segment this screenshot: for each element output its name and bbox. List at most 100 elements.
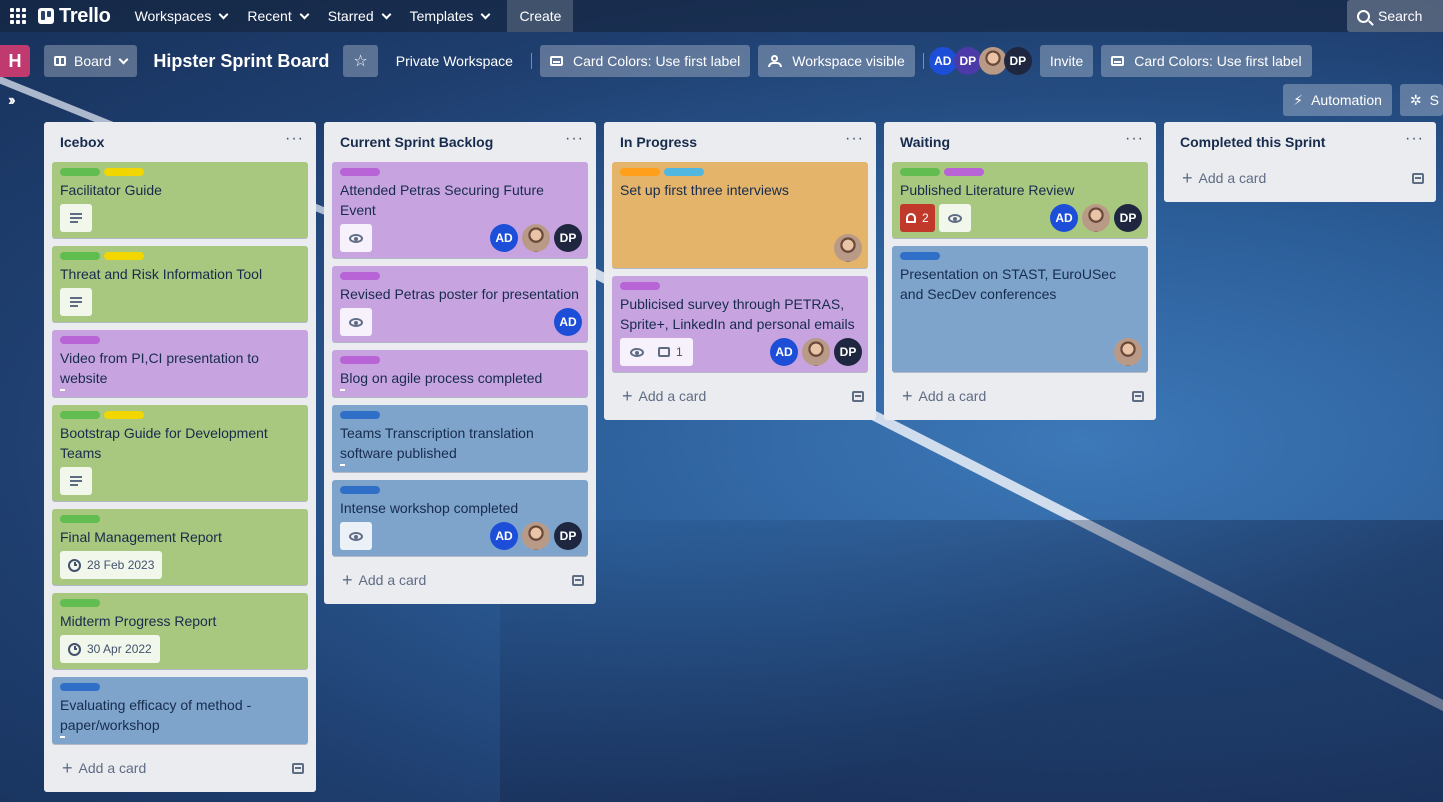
template-icon[interactable] — [292, 762, 304, 774]
label-purple[interactable] — [340, 356, 380, 364]
card-colors-button-2[interactable]: Card Colors: Use first label — [1101, 45, 1312, 77]
card[interactable]: Evaluating efficacy of method - paper/wo… — [52, 677, 308, 744]
more-icon[interactable]: ··· — [565, 131, 584, 153]
label-purple[interactable] — [60, 336, 100, 344]
more-icon[interactable]: ··· — [1405, 131, 1424, 153]
avatar[interactable]: DP — [953, 47, 982, 75]
due-date-badge[interactable]: 30 Apr 2022 — [60, 635, 160, 663]
search-input[interactable]: Search — [1347, 0, 1443, 32]
card[interactable]: Final Management Report 28 Feb 2023 — [52, 509, 308, 585]
avatar[interactable]: DP — [834, 338, 862, 366]
template-icon[interactable] — [1412, 172, 1424, 184]
template-icon[interactable] — [572, 574, 584, 586]
label-yellow[interactable] — [104, 252, 144, 260]
app-switcher-icon[interactable] — [10, 6, 30, 26]
label-green[interactable] — [60, 168, 100, 176]
avatar[interactable] — [522, 522, 550, 550]
avatar[interactable] — [978, 47, 1007, 75]
add-card-button[interactable]: + Add a card — [332, 564, 588, 596]
label-yellow[interactable] — [104, 168, 144, 176]
notification-badge[interactable]: 2 — [900, 204, 935, 232]
label-green[interactable] — [60, 515, 100, 523]
avatar[interactable]: DP — [1114, 204, 1142, 232]
board-members: AD DP DP — [928, 47, 1032, 75]
expand-sidebar-icon[interactable]: ›› — [8, 92, 15, 110]
label-purple[interactable] — [340, 272, 380, 280]
card[interactable]: Publicised survey through PETRAS, Sprite… — [612, 276, 868, 372]
create-button[interactable]: Create — [507, 0, 574, 32]
due-date-badge[interactable]: 28 Feb 2023 — [60, 551, 163, 579]
label-orange[interactable] — [620, 168, 660, 176]
list-title[interactable]: Waiting — [900, 134, 950, 150]
nav-recent[interactable]: Recent — [237, 0, 317, 32]
board-title[interactable]: Hipster Sprint Board — [147, 51, 335, 72]
card[interactable]: Blog on agile process completed — [332, 350, 588, 397]
card[interactable]: Set up first three interviews — [612, 162, 868, 268]
avatar[interactable]: AD — [490, 224, 518, 252]
view-switcher-button[interactable]: Board — [44, 45, 138, 77]
workspace-button[interactable]: Private Workspace — [386, 45, 523, 77]
avatar[interactable]: DP — [554, 522, 582, 550]
label-green[interactable] — [60, 411, 100, 419]
power-ups-button[interactable]: ✲ S — [1399, 84, 1443, 116]
label-blue[interactable] — [340, 486, 380, 494]
card[interactable]: Revised Petras poster for presentation AD — [332, 266, 588, 342]
label-blue[interactable] — [900, 252, 940, 260]
avatar[interactable] — [802, 338, 830, 366]
avatar[interactable] — [1114, 338, 1142, 366]
add-card-button[interactable]: + Add a card — [52, 752, 308, 784]
label-purple[interactable] — [620, 282, 660, 290]
list-title[interactable]: Current Sprint Backlog — [340, 134, 493, 150]
label-green[interactable] — [900, 168, 940, 176]
automation-button[interactable]: ⚡ Automation — [1283, 84, 1392, 116]
template-icon[interactable] — [852, 390, 864, 402]
list-title[interactable]: Icebox — [60, 134, 104, 150]
card[interactable]: Intense workshop completed AD DP — [332, 480, 588, 556]
card[interactable]: Teams Transcription translation software… — [332, 405, 588, 472]
avatar[interactable] — [834, 234, 862, 262]
template-icon[interactable] — [1132, 390, 1144, 402]
avatar[interactable]: DP — [554, 224, 582, 252]
card[interactable]: Published Literature Review 2 AD DP — [892, 162, 1148, 238]
card[interactable]: Presentation on STAST, EuroUSec and SecD… — [892, 246, 1148, 372]
nav-starred[interactable]: Starred — [318, 0, 400, 32]
add-card-button[interactable]: + Add a card — [1172, 162, 1428, 194]
card[interactable]: Midterm Progress Report 30 Apr 2022 — [52, 593, 308, 669]
label-purple[interactable] — [340, 168, 380, 176]
label-blue[interactable] — [340, 411, 380, 419]
add-card-button[interactable]: + Add a card — [612, 380, 868, 412]
list-title[interactable]: Completed this Sprint — [1180, 134, 1325, 150]
label-green[interactable] — [60, 599, 100, 607]
avatar[interactable]: AD — [770, 338, 798, 366]
avatar[interactable]: AD — [1050, 204, 1078, 232]
nav-templates[interactable]: Templates — [400, 0, 500, 32]
label-sky[interactable] — [664, 168, 704, 176]
nav-workspaces[interactable]: Workspaces — [125, 0, 238, 32]
invite-button[interactable]: Invite — [1039, 45, 1094, 77]
avatar[interactable]: DP — [1003, 47, 1032, 75]
add-card-button[interactable]: + Add a card — [892, 380, 1148, 412]
star-button[interactable]: ☆ — [343, 45, 378, 77]
avatar[interactable] — [522, 224, 550, 252]
more-icon[interactable]: ··· — [845, 131, 864, 153]
label-yellow[interactable] — [104, 411, 144, 419]
card[interactable]: Threat and Risk Information Tool — [52, 246, 308, 322]
avatar[interactable]: AD — [490, 522, 518, 550]
card[interactable]: Video from PI,CI presentation to website — [52, 330, 308, 397]
card-colors-button[interactable]: Card Colors: Use first label — [539, 45, 751, 77]
avatar[interactable]: AD — [554, 308, 582, 336]
card[interactable]: Bootstrap Guide for Development Teams — [52, 405, 308, 501]
card[interactable]: Attended Petras Securing Future Event AD D… — [332, 162, 588, 258]
visibility-button[interactable]: Workspace visible — [758, 45, 915, 77]
label-purple[interactable] — [944, 168, 984, 176]
label-green[interactable] — [60, 252, 100, 260]
label-blue[interactable] — [60, 683, 100, 691]
list-title[interactable]: In Progress — [620, 134, 697, 150]
trello-logo[interactable]: Trello — [38, 5, 111, 28]
more-icon[interactable]: ··· — [285, 131, 304, 153]
avatar[interactable]: AD — [928, 47, 957, 75]
more-icon[interactable]: ··· — [1125, 131, 1144, 153]
avatar[interactable] — [1082, 204, 1110, 232]
workspace-avatar[interactable]: H — [0, 45, 30, 77]
card[interactable]: Facilitator Guide — [52, 162, 308, 238]
